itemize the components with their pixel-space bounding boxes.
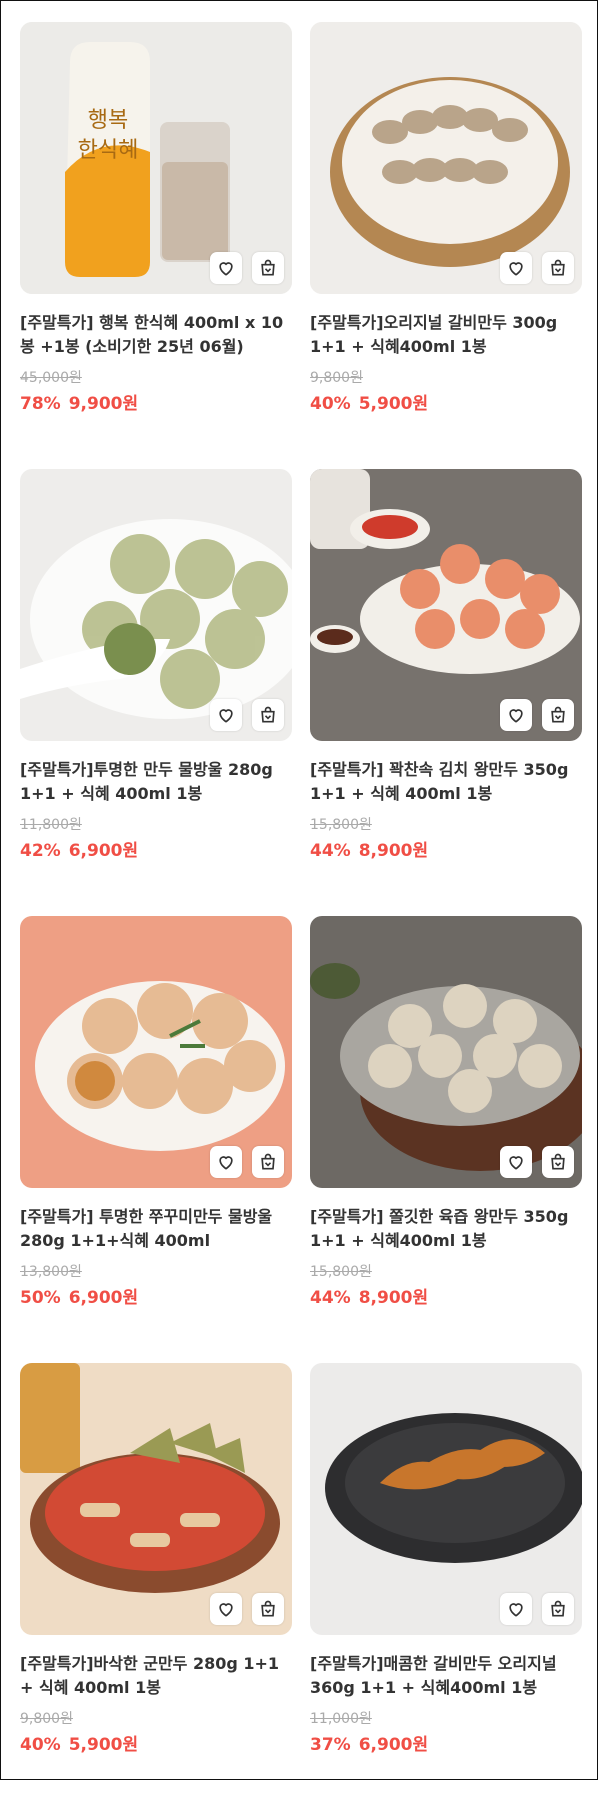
shopping-bag-icon bbox=[551, 1600, 565, 1617]
product-title[interactable]: [주말특가] 행복 한식혜 400ml x 10봉 +1봉 (소비기한 25년 … bbox=[20, 311, 292, 359]
shopping-bag-icon bbox=[261, 706, 275, 723]
sale-price: 5,900원 bbox=[68, 1735, 139, 1755]
discount-rate: 40% bbox=[20, 1735, 61, 1755]
heart-icon bbox=[219, 262, 233, 276]
product-image[interactable] bbox=[310, 22, 582, 294]
heart-icon bbox=[509, 1603, 523, 1617]
svg-text:행복: 행복 bbox=[88, 108, 128, 133]
discount-rate: 44% bbox=[310, 841, 351, 861]
discount-rate: 42% bbox=[20, 841, 61, 861]
sale-price: 5,900원 bbox=[358, 394, 429, 414]
heart-icon bbox=[219, 1156, 233, 1170]
shopping-bag-icon bbox=[551, 706, 565, 723]
original-price: 15,800원 bbox=[310, 1264, 372, 1280]
wishlist-button[interactable] bbox=[500, 1146, 532, 1178]
shopping-bag-icon bbox=[551, 259, 565, 276]
product-image[interactable] bbox=[20, 1363, 292, 1635]
original-price: 11,000원 bbox=[310, 1711, 372, 1727]
add-to-cart-button[interactable] bbox=[252, 699, 284, 731]
product-title[interactable]: [주말특가]투명한 만두 물방울 280g 1+1 + 식혜 400ml 1봉 bbox=[20, 758, 292, 806]
add-to-cart-button[interactable] bbox=[542, 699, 574, 731]
product-title[interactable]: [주말특가]매콤한 갈비만두 오리지널 360g 1+1 + 식혜400ml 1… bbox=[310, 1652, 582, 1700]
wishlist-button[interactable] bbox=[500, 699, 532, 731]
product-image[interactable] bbox=[310, 1363, 582, 1635]
sale-price: 6,900원 bbox=[68, 841, 139, 861]
svg-text:한식혜: 한식혜 bbox=[78, 138, 139, 163]
product-card[interactable]: [주말특가]매콤한 갈비만두 오리지널 360g 1+1 + 식혜400ml 1… bbox=[310, 1363, 582, 1810]
product-image[interactable] bbox=[20, 469, 292, 741]
product-image[interactable] bbox=[310, 469, 582, 741]
original-price: 9,800원 bbox=[310, 370, 363, 386]
add-to-cart-button[interactable] bbox=[542, 252, 574, 284]
original-price: 45,000원 bbox=[20, 370, 82, 386]
product-image[interactable] bbox=[20, 916, 292, 1188]
shopping-bag-icon bbox=[261, 259, 275, 276]
product-grid: 행복 한식혜 [주말특가] 행복 한식혜 400ml x 10봉 +1봉 (소비… bbox=[20, 22, 582, 1810]
original-price: 13,800원 bbox=[20, 1264, 82, 1280]
heart-icon bbox=[219, 1603, 233, 1617]
discount-rate: 37% bbox=[310, 1735, 351, 1755]
discount-rate: 50% bbox=[20, 1288, 61, 1308]
discount-rate: 44% bbox=[310, 1288, 351, 1308]
wishlist-button[interactable] bbox=[210, 252, 242, 284]
product-title[interactable]: [주말특가] 투명한 쭈꾸미만두 물방울 280g 1+1+식혜 400ml bbox=[20, 1205, 292, 1253]
discount-rate: 78% bbox=[20, 394, 61, 414]
product-card[interactable]: [주말특가] 쫄깃한 육즙 왕만두 350g 1+1 + 식혜400ml 1봉 … bbox=[310, 916, 582, 1363]
wishlist-button[interactable] bbox=[210, 1593, 242, 1625]
heart-icon bbox=[509, 709, 523, 723]
heart-icon bbox=[219, 709, 233, 723]
shopping-bag-icon bbox=[261, 1153, 275, 1170]
product-title[interactable]: [주말특가] 쫄깃한 육즙 왕만두 350g 1+1 + 식혜400ml 1봉 bbox=[310, 1205, 582, 1253]
discount-rate: 40% bbox=[310, 394, 351, 414]
original-price: 15,800원 bbox=[310, 817, 372, 833]
add-to-cart-button[interactable] bbox=[542, 1146, 574, 1178]
product-image[interactable]: 행복 한식혜 bbox=[20, 22, 292, 294]
shopping-bag-icon bbox=[551, 1153, 565, 1170]
product-title[interactable]: [주말특가]오리지널 갈비만두 300g 1+1 + 식혜400ml 1봉 bbox=[310, 311, 582, 359]
original-price: 11,800원 bbox=[20, 817, 82, 833]
add-to-cart-button[interactable] bbox=[542, 1593, 574, 1625]
wishlist-button[interactable] bbox=[210, 1146, 242, 1178]
shopping-bag-icon bbox=[261, 1600, 275, 1617]
heart-icon bbox=[509, 262, 523, 276]
sale-price: 6,900원 bbox=[68, 1288, 139, 1308]
product-title[interactable]: [주말특가]바삭한 군만두 280g 1+1 + 식혜 400ml 1봉 bbox=[20, 1652, 292, 1700]
sale-price: 8,900원 bbox=[358, 1288, 429, 1308]
add-to-cart-button[interactable] bbox=[252, 252, 284, 284]
wishlist-button[interactable] bbox=[500, 1593, 532, 1625]
product-card[interactable]: [주말특가] 투명한 쭈꾸미만두 물방울 280g 1+1+식혜 400ml 1… bbox=[20, 916, 292, 1363]
product-image[interactable] bbox=[310, 916, 582, 1188]
product-title[interactable]: [주말특가] 꽉찬속 김치 왕만두 350g 1+1 + 식혜 400ml 1봉 bbox=[310, 758, 582, 806]
product-card[interactable]: 행복 한식혜 [주말특가] 행복 한식혜 400ml x 10봉 +1봉 (소비… bbox=[20, 22, 292, 469]
wishlist-button[interactable] bbox=[210, 699, 242, 731]
product-card[interactable]: [주말특가]투명한 만두 물방울 280g 1+1 + 식혜 400ml 1봉 … bbox=[20, 469, 292, 916]
product-card[interactable]: [주말특가] 꽉찬속 김치 왕만두 350g 1+1 + 식혜 400ml 1봉… bbox=[310, 469, 582, 916]
sale-price: 9,900원 bbox=[68, 394, 139, 414]
wishlist-button[interactable] bbox=[500, 252, 532, 284]
product-card[interactable]: [주말특가]오리지널 갈비만두 300g 1+1 + 식혜400ml 1봉 9,… bbox=[310, 22, 582, 469]
original-price: 9,800원 bbox=[20, 1711, 73, 1727]
sale-price: 8,900원 bbox=[358, 841, 429, 861]
add-to-cart-button[interactable] bbox=[252, 1593, 284, 1625]
heart-icon bbox=[509, 1156, 523, 1170]
sale-price: 6,900원 bbox=[358, 1735, 429, 1755]
product-card[interactable]: [주말특가]바삭한 군만두 280g 1+1 + 식혜 400ml 1봉 9,8… bbox=[20, 1363, 292, 1810]
add-to-cart-button[interactable] bbox=[252, 1146, 284, 1178]
